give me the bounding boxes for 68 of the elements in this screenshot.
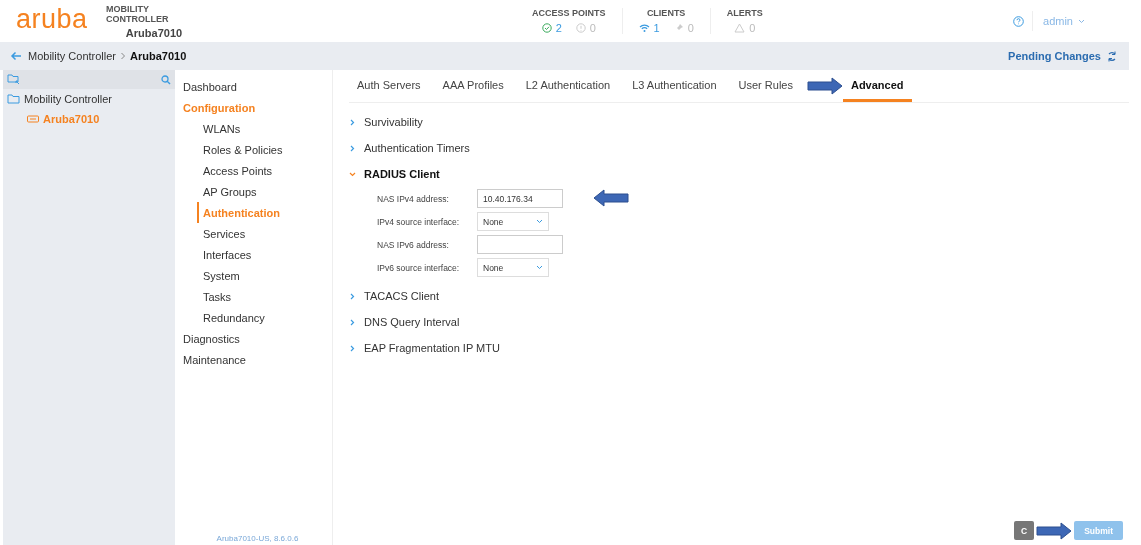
device-icon — [27, 115, 39, 123]
product-label: MOBILITY CONTROLLER — [106, 3, 170, 24]
section-header[interactable]: Survivability — [349, 109, 423, 135]
folder-icon[interactable] — [7, 74, 20, 85]
chevron-down-icon — [349, 170, 356, 178]
caret-icon — [536, 265, 543, 270]
device-name: Aruba7010 — [125, 26, 183, 39]
section-header[interactable]: DNS Query Interval — [349, 309, 460, 335]
tab[interactable]: AAA Profiles — [434, 70, 512, 102]
field-label: IPv4 source interface: — [377, 216, 461, 227]
wifi-icon — [638, 23, 650, 33]
stat-title: ACCESS POINTS — [532, 8, 606, 18]
field-label: NAS IPv6 address: — [377, 239, 450, 250]
tab[interactable]: L3 Authentication — [624, 70, 725, 102]
version-label: Aruba7010-US, 8.6.0.6 — [216, 534, 299, 545]
nav-item[interactable]: Dashboard — [183, 76, 332, 97]
warning-icon — [734, 23, 746, 33]
nav-subitem[interactable]: AP Groups — [197, 181, 332, 202]
caret-icon — [1078, 18, 1085, 24]
annotation-arrow — [593, 189, 629, 207]
chevron-right-icon — [120, 52, 127, 60]
tab[interactable]: L2 Authentication — [517, 70, 619, 102]
section-header[interactable]: Authentication Timers — [349, 135, 470, 161]
section-header[interactable]: EAP Fragmentation IP MTU — [349, 335, 500, 361]
nav-subitem[interactable]: Tasks — [197, 286, 332, 307]
input-field[interactable] — [477, 235, 563, 254]
alert-circle-icon — [575, 23, 586, 33]
annotation-arrow — [1036, 521, 1073, 540]
section-header[interactable]: RADIUS Client — [349, 161, 440, 187]
chevron-right-icon — [349, 318, 356, 326]
nav-item[interactable]: Maintenance — [183, 349, 332, 370]
search-icon[interactable] — [161, 74, 171, 85]
breadcrumb-link[interactable]: Mobility Controller — [28, 50, 117, 62]
caret-icon — [536, 219, 543, 224]
help-icon[interactable] — [1013, 15, 1025, 27]
tab[interactable]: User Rules — [730, 70, 801, 102]
nav-subitem[interactable]: Roles & Policies — [197, 139, 332, 160]
field-label: NAS IPv4 address: — [377, 193, 450, 204]
tab[interactable]: Advanced — [842, 70, 912, 102]
annotation-arrow — [806, 77, 843, 95]
section-header[interactable]: TACACS Client — [349, 283, 439, 309]
input-field[interactable]: 10.40.176.34 — [477, 189, 563, 208]
folder-icon — [7, 94, 20, 104]
aruba-logo: aruba — [16, 5, 89, 33]
refresh-icon — [1107, 50, 1117, 62]
chevron-right-icon — [349, 292, 356, 300]
chevron-right-icon — [349, 118, 356, 126]
field-label: IPv6 source interface: — [377, 262, 461, 273]
chevron-right-icon — [349, 344, 356, 352]
tree-item[interactable]: Mobility Controller — [3, 89, 175, 109]
stat-title: CLIENTS — [646, 8, 686, 18]
dropdown[interactable]: None — [477, 212, 549, 231]
nav-subitem[interactable]: System — [197, 265, 332, 286]
nav-subitem[interactable]: Redundancy — [197, 307, 332, 328]
back-arrow-icon[interactable] — [10, 51, 22, 61]
pending-changes-link[interactable]: Pending Changes — [1008, 50, 1117, 62]
check-circle-icon — [541, 23, 552, 33]
tab[interactable]: Auth Servers — [349, 70, 429, 102]
nav-item[interactable]: Diagnostics — [183, 328, 332, 349]
nav-subitem[interactable]: Access Points — [197, 160, 332, 181]
stat-title: ALERTS — [726, 8, 763, 18]
chevron-right-icon — [349, 144, 356, 152]
cancel-button[interactable]: C — [1014, 521, 1035, 540]
breadcrumb-current: Aruba7010 — [130, 50, 187, 62]
nav-subitem[interactable]: WLANs — [197, 118, 332, 139]
nav-subitem[interactable]: Interfaces — [197, 244, 332, 265]
dropdown[interactable]: None — [477, 258, 549, 277]
nav-subitem[interactable]: Services — [197, 223, 332, 244]
